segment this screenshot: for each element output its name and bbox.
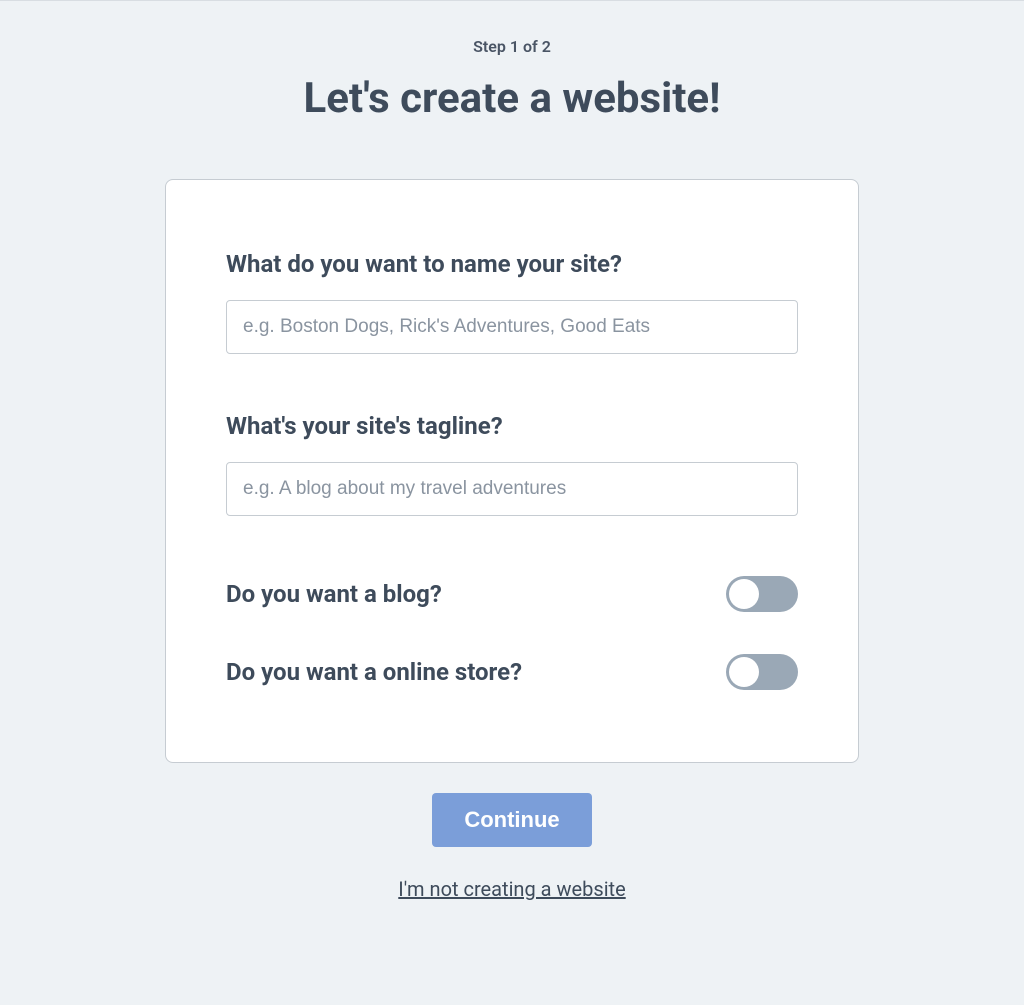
tagline-input[interactable] — [226, 462, 798, 516]
toggle-knob-icon — [729, 579, 759, 609]
store-toggle[interactable] — [726, 654, 798, 690]
blog-toggle-label: Do you want a blog? — [226, 580, 442, 608]
continue-button[interactable]: Continue — [432, 793, 591, 847]
blog-toggle[interactable] — [726, 576, 798, 612]
setup-card: What do you want to name your site? What… — [165, 179, 859, 763]
tagline-field: What's your site's tagline? — [226, 412, 798, 516]
blog-toggle-row: Do you want a blog? — [226, 576, 798, 612]
step-indicator: Step 1 of 2 — [473, 37, 551, 56]
tagline-label: What's your site's tagline? — [226, 412, 798, 440]
skip-link[interactable]: I'm not creating a website — [398, 877, 625, 901]
site-name-label: What do you want to name your site? — [226, 250, 798, 278]
store-toggle-label: Do you want a online store? — [226, 658, 522, 686]
site-name-input[interactable] — [226, 300, 798, 354]
page-title: Let's create a website! — [304, 74, 721, 123]
site-name-field: What do you want to name your site? — [226, 250, 798, 354]
store-toggle-row: Do you want a online store? — [226, 654, 798, 690]
toggle-knob-icon — [729, 657, 759, 687]
